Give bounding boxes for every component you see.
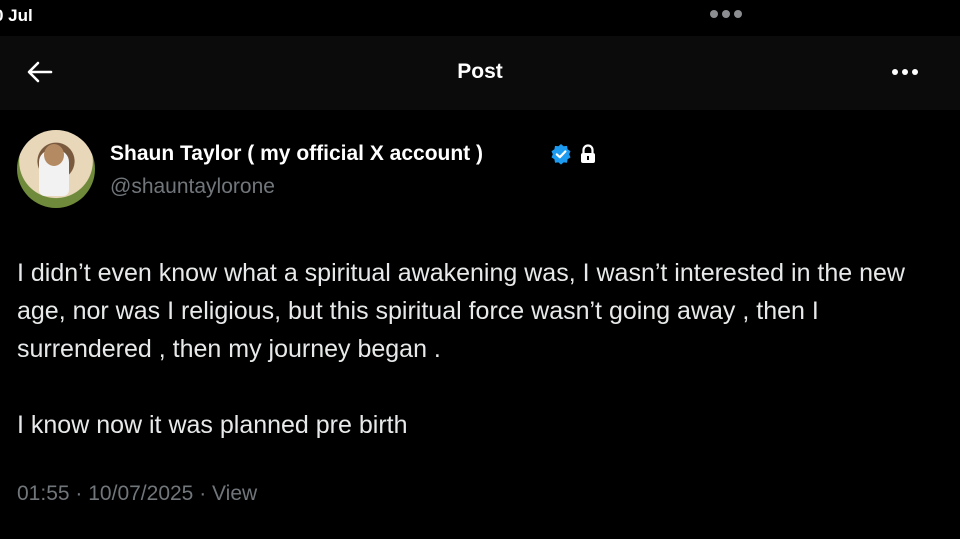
meta-separator: · — [199, 482, 207, 505]
more-icon[interactable] — [888, 56, 922, 88]
author-handle[interactable]: @shauntaylorone — [110, 175, 275, 199]
top-nav: Post — [0, 36, 960, 110]
author-name[interactable]: Shaun Taylor ( my official X account ) — [110, 142, 483, 166]
verified-badge-icon — [551, 144, 571, 165]
tweet-paragraph: I didn’t even know what a spiritual awak… — [17, 259, 905, 363]
status-dots-icon — [710, 10, 742, 18]
status-bar: 0 Jul — [0, 0, 960, 36]
status-time: 0 Jul — [0, 6, 33, 25]
tweet-text: I didn’t even know what a spiritual awak… — [17, 254, 937, 444]
lock-icon — [581, 144, 595, 163]
meta-separator: · — [75, 482, 83, 505]
post-time: 01:55 — [17, 482, 70, 505]
page-title: Post — [457, 60, 503, 83]
avatar[interactable] — [17, 130, 95, 208]
view-link[interactable]: View — [212, 482, 257, 505]
tweet-meta: 01:55 · 10/07/2025 · View — [17, 482, 257, 506]
tweet-paragraph: I know now it was planned pre birth — [17, 411, 408, 439]
post-date: 10/07/2025 — [88, 482, 194, 505]
